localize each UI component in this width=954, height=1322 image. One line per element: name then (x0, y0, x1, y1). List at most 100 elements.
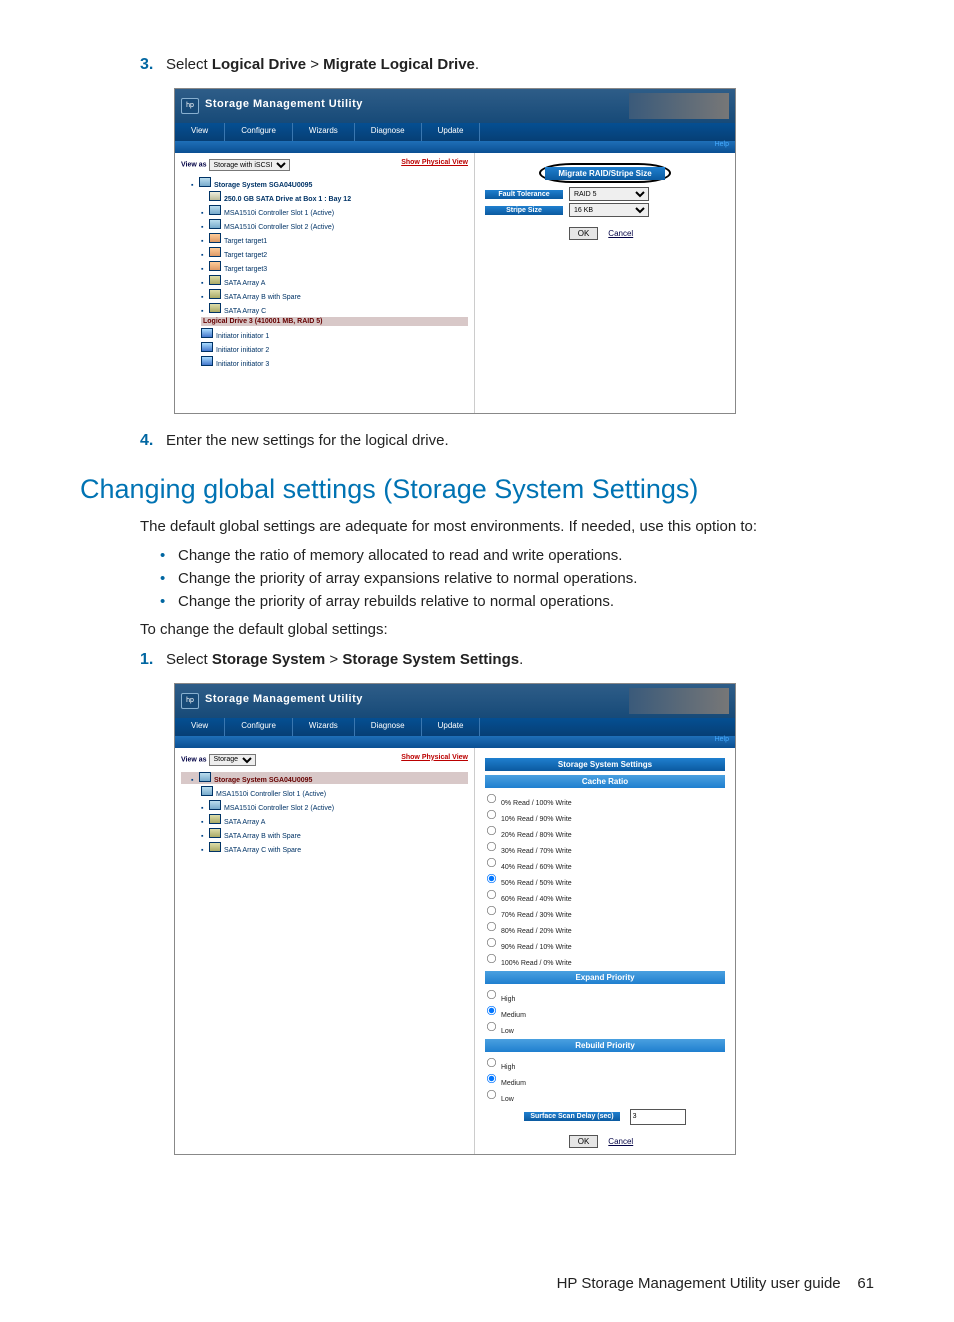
help-link[interactable]: Help (715, 736, 729, 743)
radio-option[interactable]: 80% Read / 20% Write (485, 920, 725, 935)
hp-logo-icon: hp (181, 693, 199, 709)
tree-array-c[interactable]: ▪SATA Array C with Spare (181, 842, 468, 854)
stripe-size-label: Stripe Size (485, 206, 563, 215)
nav-tree-pane: View as Storage Show Physical View ▪Stor… (175, 748, 475, 1154)
tree-initiator3[interactable]: Initiator initiator 3 (181, 356, 468, 368)
bullet-item: Change the priority of array expansions … (160, 570, 874, 587)
migrate-title-highlight: Migrate RAID/Stripe Size (539, 163, 671, 183)
tree-array-a[interactable]: ▪SATA Array A (181, 275, 468, 287)
rebuild-priority-title: Rebuild Priority (485, 1039, 725, 1052)
tree-ctrl1[interactable]: MSA1510i Controller Slot 1 (Active) (181, 786, 468, 798)
radio-option[interactable]: High (485, 988, 725, 1003)
radio-option[interactable]: Low (485, 1088, 725, 1103)
header-image (629, 688, 729, 714)
tree-array-a[interactable]: ▪SATA Array A (181, 814, 468, 826)
page-number: 61 (857, 1275, 874, 1292)
expand-priority-radios: HighMediumLow (485, 988, 725, 1035)
tree-target1[interactable]: ▪Target target1 (181, 233, 468, 245)
nav-tree-pane: View as Storage with iSCSI Show Physical… (175, 153, 475, 413)
detail-pane: Storage System Settings Cache Ratio 0% R… (475, 748, 735, 1154)
menu-view[interactable]: View (175, 718, 225, 736)
bullet-list: Change the ratio of memory allocated to … (160, 547, 874, 610)
tree-array-b[interactable]: ▪SATA Array B with Spare (181, 828, 468, 840)
help-bar: Help (175, 736, 735, 748)
viewas-label: View as (181, 162, 207, 169)
tree-initiator1[interactable]: Initiator initiator 1 (181, 328, 468, 340)
app-header: hp Storage Management Utility (175, 684, 735, 718)
radio-option[interactable]: 20% Read / 80% Write (485, 824, 725, 839)
menu-view[interactable]: View (175, 123, 225, 141)
menu-wizards[interactable]: Wizards (293, 718, 355, 736)
step-text: Select Logical Drive > Migrate Logical D… (166, 56, 874, 73)
step-number: 4. (140, 432, 166, 450)
radio-option[interactable]: 10% Read / 90% Write (485, 808, 725, 823)
tree-root-selected[interactable]: ▪Storage System SGA04U0095 (181, 772, 468, 784)
fault-tolerance-select[interactable]: RAID 5 (569, 187, 649, 201)
fault-tolerance-label: Fault Tolerance (485, 190, 563, 199)
tree-logical-drive-selected[interactable]: Logical Drive 3 (410001 MB, RAID 5) (201, 317, 468, 326)
tree-drive[interactable]: 250.0 GB SATA Drive at Box 1 : Bay 12 (181, 191, 468, 203)
screenshot-global-settings: hp Storage Management Utility View Config… (174, 683, 736, 1155)
show-physical-link[interactable]: Show Physical View (401, 754, 468, 761)
lead-paragraph: To change the default global settings: (140, 620, 874, 640)
menu-diagnose[interactable]: Diagnose (355, 718, 422, 736)
radio-option[interactable]: 90% Read / 10% Write (485, 936, 725, 951)
radio-option[interactable]: 30% Read / 70% Write (485, 840, 725, 855)
menu-update[interactable]: Update (422, 718, 481, 736)
radio-option[interactable]: 70% Read / 30% Write (485, 904, 725, 919)
app-header: hp Storage Management Utility (175, 89, 735, 123)
ok-button[interactable]: OK (569, 1135, 599, 1148)
menu-configure[interactable]: Configure (225, 718, 293, 736)
viewas-select[interactable]: Storage (209, 754, 256, 766)
menu-wizards[interactable]: Wizards (293, 123, 355, 141)
tree-array-b[interactable]: ▪SATA Array B with Spare (181, 289, 468, 301)
step-text: Select Storage System > Storage System S… (166, 651, 874, 668)
step-4: 4. Enter the new settings for the logica… (140, 432, 874, 450)
app-title: Storage Management Utility (205, 693, 363, 705)
menu-configure[interactable]: Configure (225, 123, 293, 141)
step-text: Enter the new settings for the logical d… (166, 432, 874, 449)
app-title: Storage Management Utility (205, 98, 363, 110)
radio-option[interactable]: 60% Read / 40% Write (485, 888, 725, 903)
tree-ctrl2[interactable]: ▪MSA1510i Controller Slot 2 (Active) (181, 219, 468, 231)
tree-target2[interactable]: ▪Target target2 (181, 247, 468, 259)
radio-option[interactable]: 50% Read / 50% Write (485, 872, 725, 887)
ok-button[interactable]: OK (569, 227, 599, 240)
tree-root[interactable]: ▪Storage System SGA04U0095 (181, 177, 468, 189)
header-image (629, 93, 729, 119)
tree-ctrl2[interactable]: ▪MSA1510i Controller Slot 2 (Active) (181, 800, 468, 812)
tree-array-c[interactable]: ▪SATA Array C (181, 303, 468, 315)
menubar: View Configure Wizards Diagnose Update (175, 123, 735, 141)
cancel-button[interactable]: Cancel (600, 1136, 641, 1147)
settings-section-title: Storage System Settings (485, 758, 725, 771)
menu-diagnose[interactable]: Diagnose (355, 123, 422, 141)
tree-ctrl1[interactable]: ▪MSA1510i Controller Slot 1 (Active) (181, 205, 468, 217)
stripe-size-select[interactable]: 16 KB (569, 203, 649, 217)
cancel-button[interactable]: Cancel (600, 228, 641, 239)
surface-scan-label: Surface Scan Delay (sec) (524, 1112, 619, 1121)
step-number: 3. (140, 56, 166, 74)
radio-option[interactable]: Low (485, 1020, 725, 1035)
surface-scan-input[interactable] (630, 1109, 686, 1125)
help-link[interactable]: Help (715, 141, 729, 148)
tree-target3[interactable]: ▪Target target3 (181, 261, 468, 273)
step-number: 1. (140, 651, 166, 669)
migrate-section-title: Migrate RAID/Stripe Size (545, 167, 665, 180)
radio-option[interactable]: 40% Read / 60% Write (485, 856, 725, 871)
hp-logo-icon: hp (181, 98, 199, 114)
tree-initiator2[interactable]: Initiator initiator 2 (181, 342, 468, 354)
cache-ratio-title: Cache Ratio (485, 775, 725, 788)
radio-option[interactable]: Medium (485, 1072, 725, 1087)
screenshot-migrate: hp Storage Management Utility View Config… (174, 88, 736, 414)
show-physical-link[interactable]: Show Physical View (401, 159, 468, 166)
radio-option[interactable]: 100% Read / 0% Write (485, 952, 725, 967)
viewas-label: View as (181, 756, 207, 763)
section-heading: Changing global settings (Storage System… (80, 474, 874, 505)
viewas-select[interactable]: Storage with iSCSI (209, 159, 290, 171)
detail-pane: Migrate RAID/Stripe Size Fault Tolerance… (475, 153, 735, 413)
radio-option[interactable]: Medium (485, 1004, 725, 1019)
menu-update[interactable]: Update (422, 123, 481, 141)
radio-option[interactable]: 0% Read / 100% Write (485, 792, 725, 807)
radio-option[interactable]: High (485, 1056, 725, 1071)
cache-ratio-radios: 0% Read / 100% Write10% Read / 90% Write… (485, 792, 725, 967)
